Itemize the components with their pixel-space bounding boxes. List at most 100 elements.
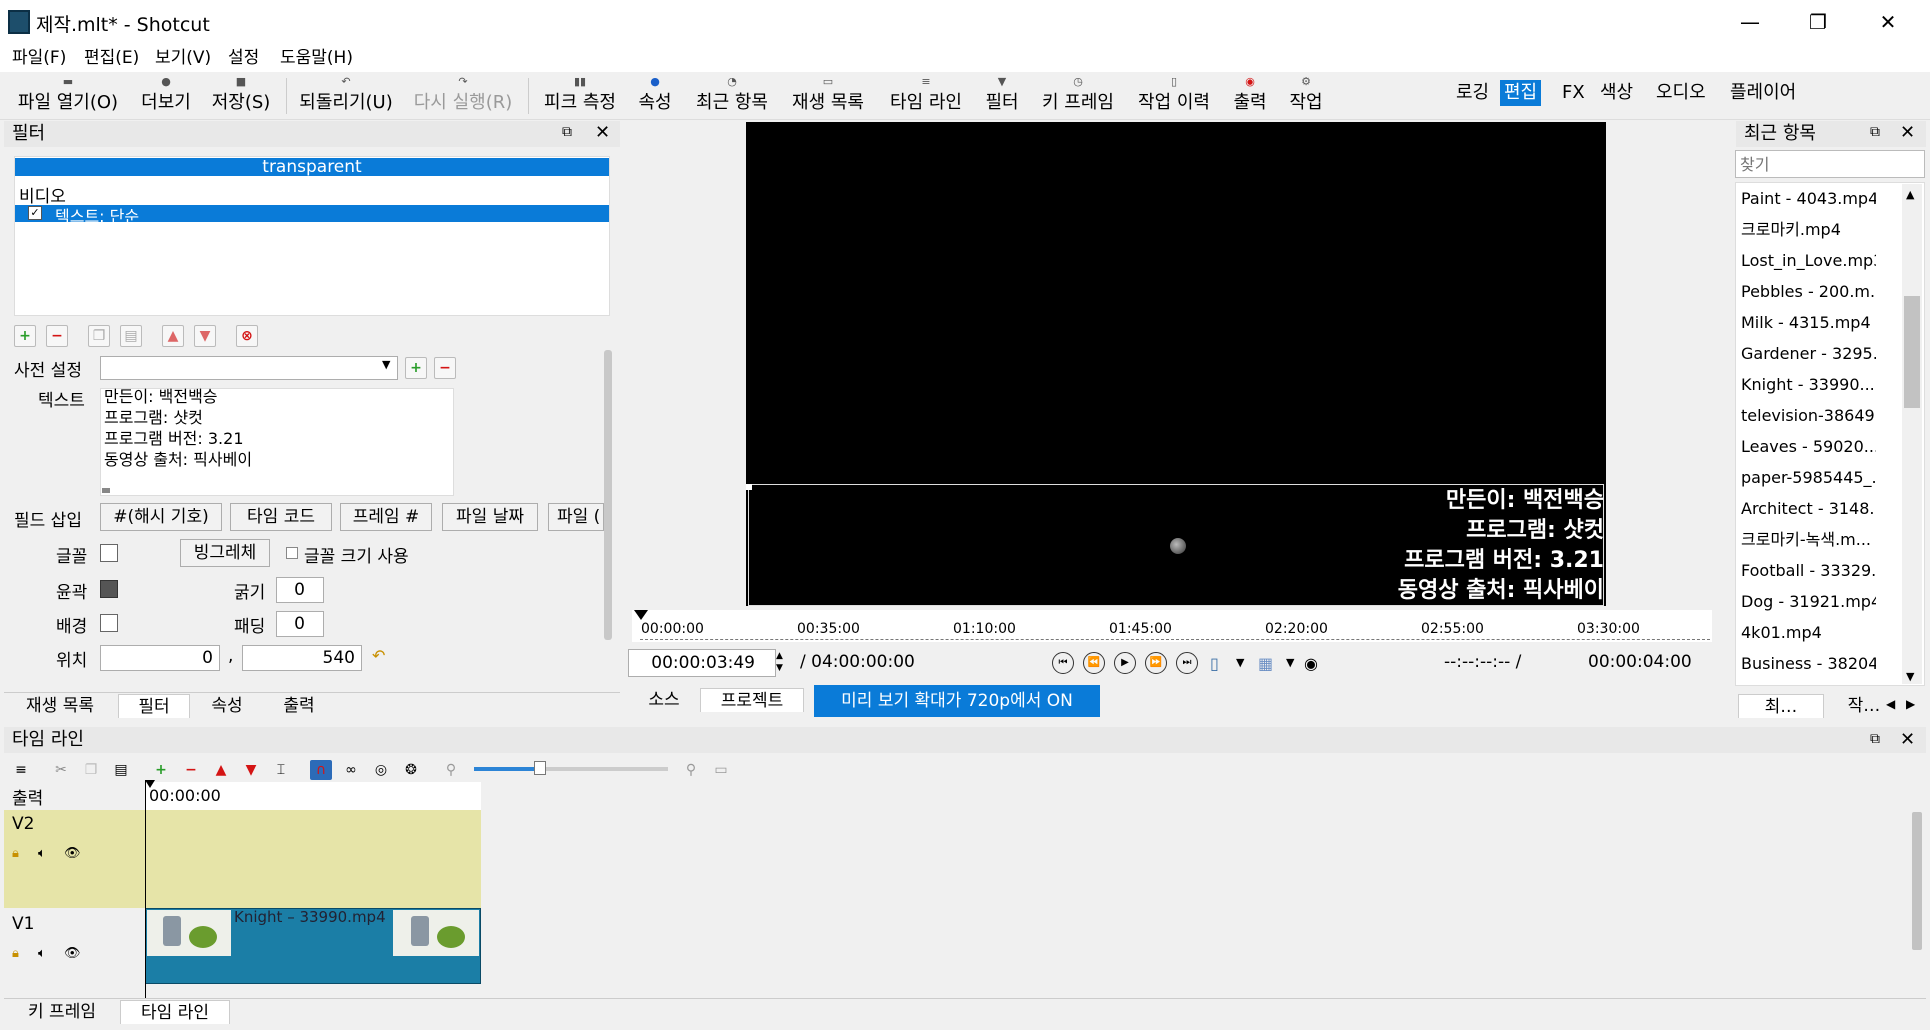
resize-handle[interactable] <box>746 484 752 490</box>
history-button[interactable]: ▯ 작업 이력 <box>1134 74 1214 118</box>
jobs-button[interactable]: ⚙ 작업 <box>1286 74 1326 118</box>
menu-icon[interactable]: ≡ <box>10 760 32 780</box>
timecode-spinner[interactable]: ▲ ▼ <box>776 650 783 674</box>
redo-button[interactable]: ↷ 다시 실행(R) <box>410 74 516 118</box>
playhead-marker[interactable] <box>145 780 155 788</box>
zoom-icon[interactable]: ▯ <box>1210 654 1219 673</box>
chevron-down-icon[interactable]: ▼ <box>1286 656 1294 669</box>
tab-playlist[interactable]: 재생 목록 <box>12 694 108 718</box>
position-x-field[interactable]: 0 <box>100 645 220 671</box>
list-item[interactable]: Gardener - 3295... <box>1741 338 1876 369</box>
position-y-field[interactable]: 540 <box>242 645 362 671</box>
tab-timeline[interactable]: 타임 라인 <box>120 1000 230 1024</box>
chevron-up-icon[interactable]: ▲ <box>1906 188 1914 201</box>
restore-button[interactable]: ❐ <box>1790 0 1846 44</box>
float-icon[interactable]: ⧉ <box>562 124 572 140</box>
list-item[interactable]: Milk - 4315.mp4 <box>1741 307 1876 338</box>
recent-scrollbar[interactable] <box>1902 184 1922 684</box>
mute-icon[interactable]: 🔈︎ <box>38 946 46 961</box>
insert-timecode-button[interactable]: 타임 코드 <box>230 503 332 531</box>
close-icon[interactable]: ✕ <box>1900 729 1915 750</box>
scrollbar-thumb[interactable] <box>1904 296 1920 408</box>
peak-meter-button[interactable]: ▮▮ 피크 측정 <box>540 74 620 118</box>
thickness-spinbox[interactable]: 0 <box>276 577 324 603</box>
list-item[interactable]: Knight - 33990.... <box>1741 369 1876 400</box>
lock-icon[interactable]: 🔒︎ <box>12 946 19 961</box>
move-down-button[interactable]: ▼ <box>194 325 216 347</box>
tab-filters[interactable]: 필터 <box>118 694 190 718</box>
recent-search-input[interactable] <box>1735 150 1925 178</box>
workspace-color[interactable]: 색상 <box>1596 80 1637 106</box>
menu-view[interactable]: 보기(V) <box>155 44 211 72</box>
deselect-filter-button[interactable]: ⊗ <box>236 325 258 347</box>
remove-filter-button[interactable]: − <box>46 325 68 347</box>
list-item[interactable]: Dog - 31921.mp4 <box>1741 586 1876 617</box>
tab-properties[interactable]: 속성 <box>194 694 260 718</box>
grid-icon[interactable]: ▦ <box>1258 654 1273 673</box>
list-item[interactable]: 4k01.mp4 <box>1741 617 1876 648</box>
paste-icon[interactable]: ▤ <box>110 760 132 780</box>
minimize-button[interactable]: — <box>1722 0 1778 44</box>
insert-file-date-button[interactable]: 파일 날짜 <box>442 503 538 531</box>
filter-button[interactable]: ▼ 필터 <box>982 74 1022 118</box>
append-icon[interactable]: + <box>150 760 172 780</box>
skip-next-icon[interactable]: ⏭ <box>1176 652 1198 674</box>
ripple-all-icon[interactable]: ❂ <box>400 760 422 780</box>
float-icon[interactable]: ⧉ <box>1870 731 1880 747</box>
lift-icon[interactable]: ▲ <box>210 760 232 780</box>
open-file-button[interactable]: ▬ 파일 열기(O) <box>14 74 122 118</box>
timeline-button[interactable]: ≡ 타임 라인 <box>886 74 966 118</box>
more-button[interactable]: ● 더보기 <box>136 74 196 118</box>
tab-source[interactable]: 소스 <box>630 688 698 712</box>
filter-enabled-checkbox[interactable]: ✓ <box>28 206 42 220</box>
tab-export[interactable]: 출력 <box>266 694 332 718</box>
preset-select[interactable] <box>100 356 398 380</box>
delete-preset-button[interactable]: − <box>434 357 456 379</box>
keyframe-button[interactable]: ◷ 키 프레임 <box>1038 74 1118 118</box>
close-icon[interactable]: ✕ <box>595 122 610 143</box>
close-icon[interactable]: ✕ <box>1900 122 1915 143</box>
scrub-icon[interactable]: ∞ <box>340 760 362 780</box>
menu-settings[interactable]: 설정 <box>228 44 259 72</box>
overwrite-icon[interactable]: ▼ <box>240 760 262 780</box>
undo-icon[interactable]: ↶ <box>372 646 385 665</box>
insert-hash-button[interactable]: #(해시 기호) <box>100 503 222 531</box>
export-button[interactable]: ◉ 출력 <box>1230 74 1270 118</box>
volume-icon[interactable]: ◉ <box>1304 654 1318 673</box>
position-handle[interactable] <box>1170 538 1186 554</box>
menu-edit[interactable]: 편집(E) <box>84 44 139 72</box>
font-color-swatch[interactable] <box>100 544 118 562</box>
zoom-in-icon[interactable]: ⚲ <box>680 760 702 780</box>
recent-button[interactable]: ◔ 최근 항목 <box>692 74 772 118</box>
properties-button[interactable]: ● 속성 <box>636 74 674 118</box>
tab-recent[interactable]: 최… <box>1738 694 1824 718</box>
float-icon[interactable]: ⧉ <box>1870 124 1880 140</box>
rewind-icon[interactable]: ⏪ <box>1083 652 1105 674</box>
timeline-scrollbar[interactable] <box>1912 812 1922 950</box>
text-scrollbar[interactable] <box>102 488 110 493</box>
position-timecode[interactable]: 00:00:03:49 <box>628 649 776 677</box>
list-item[interactable]: Leaves - 59020.... <box>1741 431 1876 462</box>
track-v2[interactable] <box>145 810 481 908</box>
close-button[interactable]: ✕ <box>1860 0 1916 44</box>
list-item[interactable]: Pebbles - 200.m... <box>1741 276 1876 307</box>
lock-icon[interactable]: 🔒︎ <box>12 846 19 861</box>
list-item[interactable]: 크로마키-녹색.m... <box>1741 524 1876 555</box>
chevron-down-icon[interactable]: ▼ <box>1236 656 1244 669</box>
eye-icon[interactable]: 👁︎ <box>64 946 81 961</box>
workspace-editing[interactable]: 편집 <box>1500 80 1542 106</box>
cut-icon[interactable]: ✂ <box>50 760 72 780</box>
font-button[interactable]: 빙그레체 <box>180 539 270 567</box>
insert-file-button[interactable]: 파일 ( <box>548 503 604 531</box>
background-color-swatch[interactable] <box>100 614 118 632</box>
chevron-left-icon[interactable]: ◀ <box>1886 697 1895 711</box>
workspace-player[interactable]: 플레이어 <box>1726 80 1800 106</box>
list-item[interactable]: Architect - 3148... <box>1741 493 1876 524</box>
playlist-button[interactable]: ▭ 재생 목록 <box>788 74 868 118</box>
menu-file[interactable]: 파일(F) <box>12 44 66 72</box>
chevron-right-icon[interactable]: ▶ <box>1906 697 1915 711</box>
filters-scrollbar[interactable] <box>604 350 612 640</box>
workspace-logging[interactable]: 로깅 <box>1452 80 1493 106</box>
list-item[interactable]: Lost_in_Love.mp3 <box>1741 245 1876 276</box>
padding-spinbox[interactable]: 0 <box>276 611 324 637</box>
